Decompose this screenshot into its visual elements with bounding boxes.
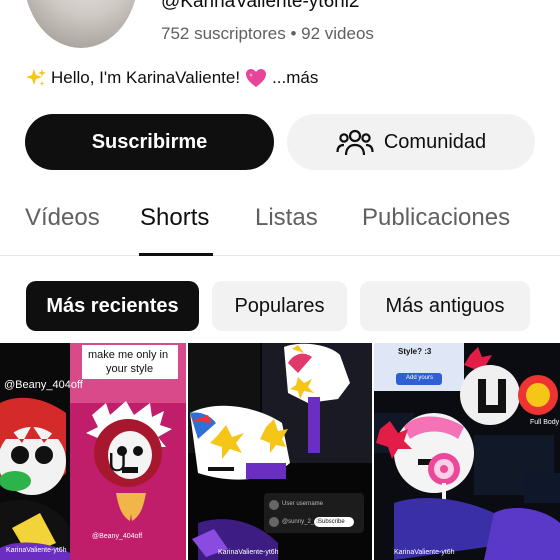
short-overlay-text: Style? :3: [398, 347, 432, 356]
short-thumbnail[interactable]: Style? :3 Add yours Full Body KarinaVali…: [374, 343, 560, 560]
short-overlay-text: KarinaValiente-yt6h: [6, 547, 67, 554]
chip-oldest[interactable]: Más antiguos: [360, 281, 530, 331]
short-overlay-text: Full Body: [530, 419, 560, 426]
short-thumbnail[interactable]: U @Beany_404off make me only in your sty…: [0, 343, 186, 560]
chip-popular[interactable]: Populares: [212, 281, 347, 331]
tab-posts[interactable]: Publicaciones: [362, 204, 510, 232]
bio-text: Hello, I'm KarinaValiente!: [51, 68, 241, 87]
bio-more-link[interactable]: ...más: [272, 68, 318, 88]
short-overlay-text: your style: [106, 363, 154, 375]
chip-label: Más recientes: [46, 294, 179, 317]
sparkles-icon: [26, 69, 46, 86]
active-tab-indicator: [139, 253, 213, 256]
tab-lists[interactable]: Listas: [255, 204, 318, 232]
svg-text:U: U: [108, 447, 127, 477]
short-thumbnail[interactable]: User username @sunny_2_ a Subscribe Kari…: [188, 343, 372, 560]
channel-bio[interactable]: Hello, I'm KarinaValiente! ...más: [26, 68, 318, 88]
short-overlay-text: Add yours: [406, 375, 434, 381]
channel-avatar[interactable]: [24, 0, 138, 48]
tab-videos[interactable]: Vídeos: [25, 204, 100, 232]
chip-label: Populares: [234, 294, 325, 317]
short-overlay-text: @sunny_2_ a: [282, 519, 320, 525]
community-icon: [336, 129, 374, 156]
community-button[interactable]: Comunidad: [287, 114, 535, 170]
tab-shorts[interactable]: Shorts: [140, 204, 209, 232]
short-overlay-text: KarinaValiente-yt6h: [218, 549, 279, 556]
chip-most-recent[interactable]: Más recientes: [26, 281, 199, 331]
chip-label: Más antiguos: [385, 294, 505, 317]
short-overlay-text: @Beany_404off: [4, 379, 83, 391]
subscribe-button[interactable]: Suscribirme: [25, 114, 274, 170]
channel-stats: 752 suscriptores • 92 videos: [161, 24, 374, 43]
sparkling-heart-icon: [246, 69, 267, 87]
subscribe-label: Suscribirme: [91, 130, 208, 153]
channel-handle: @KarinaValiente-yt6hl2: [161, 0, 360, 12]
short-artwork: U: [0, 343, 186, 560]
short-artwork: [374, 343, 560, 560]
short-overlay-text: Subscribe: [318, 519, 345, 525]
short-overlay-text: make me only in: [88, 349, 169, 361]
short-overlay-text: KarinaValiente-yt6h: [394, 549, 455, 556]
short-overlay-text: User username: [282, 501, 324, 507]
shorts-grid: U @Beany_404off make me only in your sty…: [0, 343, 560, 560]
channel-tabs: Vídeos Shorts Listas Publicaciones: [0, 192, 560, 256]
community-label: Comunidad: [383, 130, 487, 153]
short-overlay-text: @Beany_404off: [92, 533, 143, 540]
short-artwork: [188, 343, 372, 560]
